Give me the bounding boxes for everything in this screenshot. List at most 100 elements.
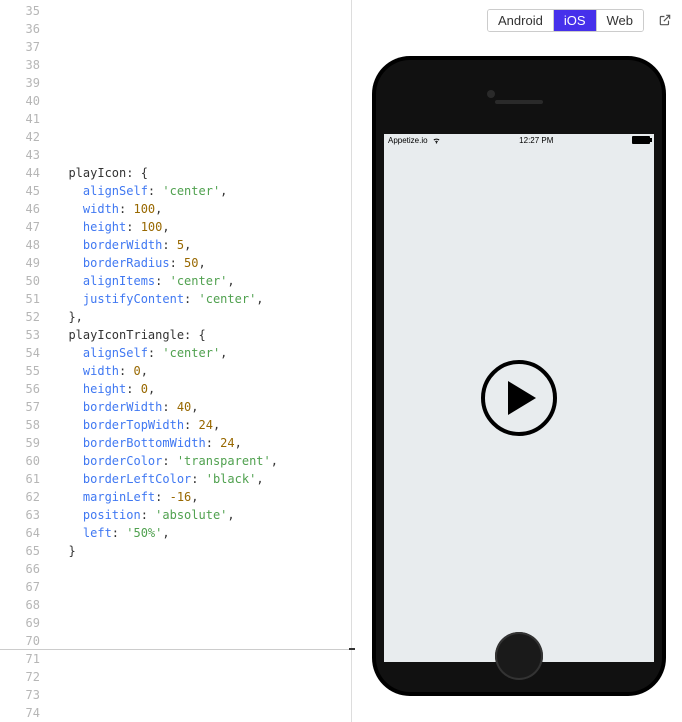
home-button[interactable] [495,632,543,680]
code-line[interactable] [54,614,351,632]
platform-segmented-control: AndroidiOSWeb [487,9,644,32]
code-line[interactable]: playIcon: { [54,164,351,182]
code-line[interactable] [54,650,351,668]
code-line[interactable] [54,686,351,704]
wifi-icon [432,136,441,145]
code-line[interactable]: justifyContent: 'center', [54,290,351,308]
line-number: 38 [0,56,40,74]
line-number: 73 [0,686,40,704]
battery-icon [632,136,650,144]
code-line[interactable] [54,56,351,74]
code-line[interactable]: }, [54,308,351,326]
line-number: 71 [0,650,40,668]
platform-tab-ios[interactable]: iOS [553,10,596,31]
line-number: 50 [0,272,40,290]
editor-pane: 3536373839404142434445464748495051525354… [0,0,352,722]
code-line[interactable]: marginLeft: -16, [54,488,351,506]
preview-pane: AndroidiOSWeb Appetize.io 12:27 PM [352,0,682,722]
code-line[interactable]: borderLeftColor: 'black', [54,470,351,488]
code-line[interactable]: borderWidth: 40, [54,398,351,416]
play-button[interactable] [481,360,557,436]
line-number: 36 [0,20,40,38]
line-number: 66 [0,560,40,578]
platform-tab-web[interactable]: Web [596,10,644,31]
status-bar: Appetize.io 12:27 PM [384,134,654,146]
line-number: 59 [0,434,40,452]
line-number: 67 [0,578,40,596]
line-number: 70 [0,632,40,650]
code-line[interactable] [54,596,351,614]
code-line[interactable] [54,2,351,20]
line-gutter: 3536373839404142434445464748495051525354… [0,0,48,722]
line-number: 49 [0,254,40,272]
code-line[interactable]: height: 0, [54,380,351,398]
code-line[interactable]: borderRadius: 50, [54,254,351,272]
line-number: 52 [0,308,40,326]
code-line[interactable] [54,74,351,92]
code-line[interactable] [54,92,351,110]
code-line[interactable]: borderTopWidth: 24, [54,416,351,434]
code-line[interactable]: height: 100, [54,218,351,236]
code-line[interactable] [54,38,351,56]
platform-bar: AndroidiOSWeb [362,8,672,32]
platform-tab-android[interactable]: Android [488,10,553,31]
line-number: 68 [0,596,40,614]
code-line[interactable] [54,20,351,38]
code-line[interactable]: playIconTriangle: { [54,326,351,344]
line-number: 40 [0,92,40,110]
code-line[interactable] [54,560,351,578]
line-number: 46 [0,200,40,218]
phone-body: Appetize.io 12:27 PM [376,60,662,692]
editor-divider [0,649,351,650]
code-line[interactable]: position: 'absolute', [54,506,351,524]
line-number: 44 [0,164,40,182]
phone-screen[interactable]: Appetize.io 12:27 PM [384,134,654,662]
status-time: 12:27 PM [519,136,553,145]
line-number: 65 [0,542,40,560]
code-area[interactable]: playIcon: { alignSelf: 'center', width: … [48,0,351,722]
line-number: 74 [0,704,40,722]
line-number: 55 [0,362,40,380]
line-number: 58 [0,416,40,434]
line-number: 57 [0,398,40,416]
code-line[interactable] [54,128,351,146]
popout-icon[interactable] [658,13,672,27]
line-number: 39 [0,74,40,92]
code-line[interactable]: left: '50%', [54,524,351,542]
line-number: 54 [0,344,40,362]
code-line[interactable] [54,578,351,596]
code-line[interactable] [54,668,351,686]
line-number: 37 [0,38,40,56]
code-line[interactable] [54,110,351,128]
code-line[interactable]: } [54,542,351,560]
code-line[interactable] [54,146,351,164]
code-line[interactable] [54,704,351,722]
line-number: 45 [0,182,40,200]
line-number: 64 [0,524,40,542]
play-icon [508,381,536,415]
code-line[interactable]: alignItems: 'center', [54,272,351,290]
code-line[interactable]: borderColor: 'transparent', [54,452,351,470]
line-number: 53 [0,326,40,344]
line-number: 72 [0,668,40,686]
code-line[interactable]: width: 0, [54,362,351,380]
code-line[interactable]: borderWidth: 5, [54,236,351,254]
line-number: 69 [0,614,40,632]
code-line[interactable] [54,632,351,650]
line-number: 47 [0,218,40,236]
code-line[interactable]: borderBottomWidth: 24, [54,434,351,452]
phone-camera-dot [487,90,495,98]
line-number: 62 [0,488,40,506]
line-number: 51 [0,290,40,308]
line-number: 60 [0,452,40,470]
code-line[interactable]: width: 100, [54,200,351,218]
status-brand: Appetize.io [388,136,428,145]
line-number: 43 [0,146,40,164]
line-number: 48 [0,236,40,254]
code-line[interactable]: alignSelf: 'center', [54,182,351,200]
line-number: 41 [0,110,40,128]
line-number: 61 [0,470,40,488]
code-line[interactable]: alignSelf: 'center', [54,344,351,362]
phone-frame: Appetize.io 12:27 PM [372,56,666,696]
line-number: 42 [0,128,40,146]
